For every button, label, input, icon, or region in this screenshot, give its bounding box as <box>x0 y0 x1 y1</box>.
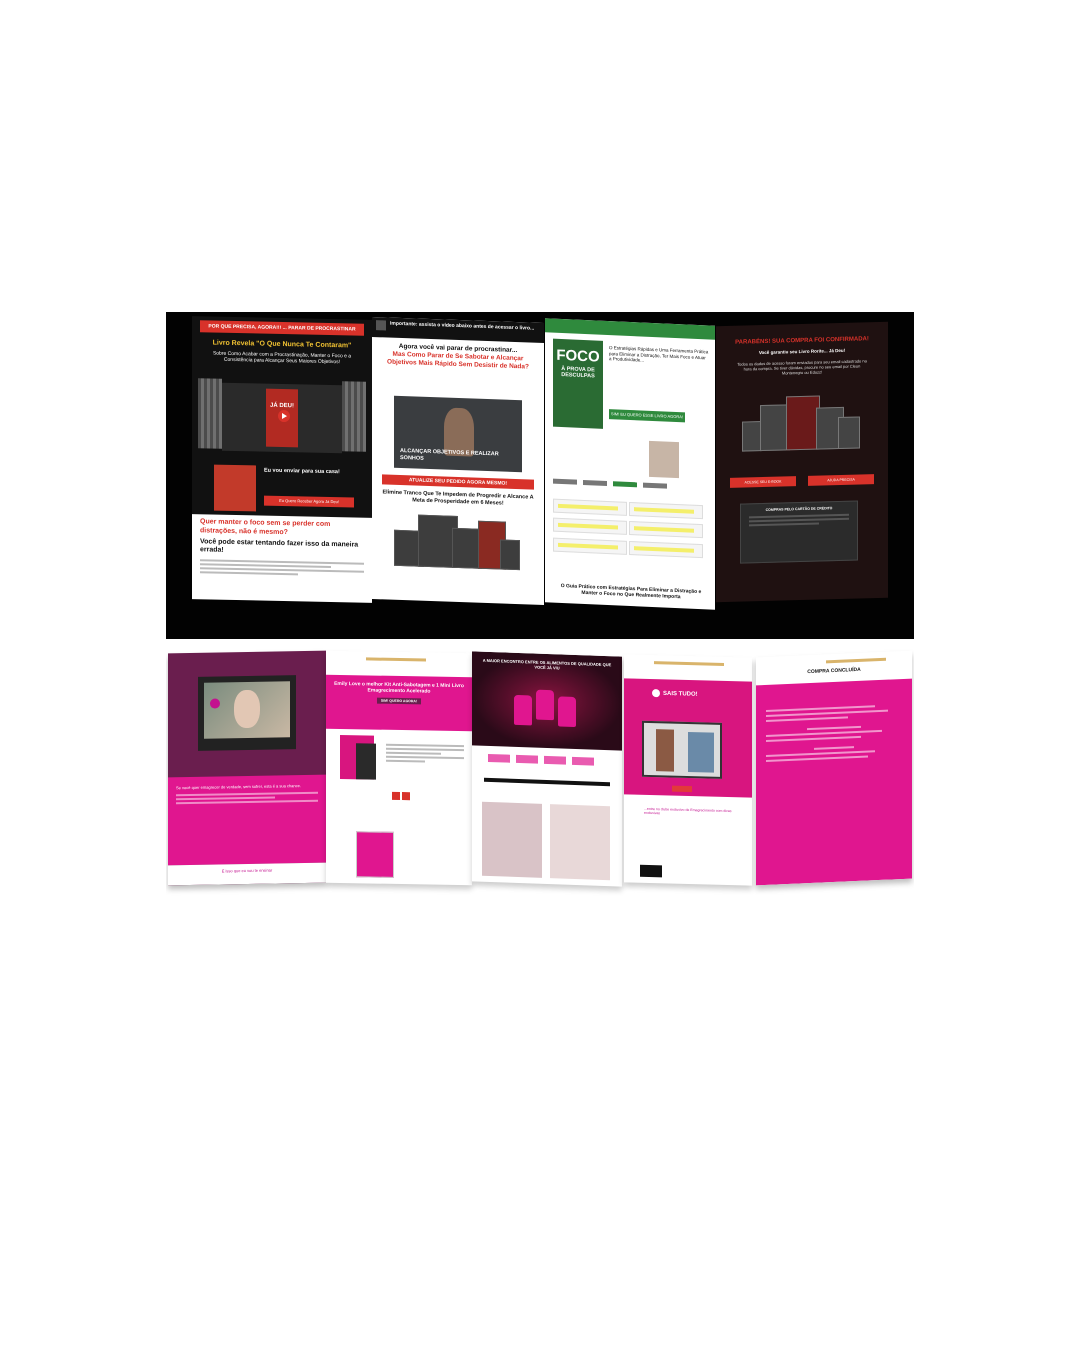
pitch-section: Se você quer emagrecer de verdade, sem s… <box>168 774 326 866</box>
help-button[interactable]: AJUDA PRECISA <box>808 474 874 486</box>
pink-pages-strip: Se você quer emagrecer de verdade, sem s… <box>166 648 914 916</box>
body-text-lines <box>200 559 364 576</box>
offer-tag[interactable]: SIM! QUERO AGORA! <box>376 697 422 705</box>
buy-button[interactable]: Eu Quero Receber Agora Já Deu! <box>264 495 354 508</box>
pitch-question: Quer manter o foco sem se perder com dis… <box>200 518 331 536</box>
upsell-page-preview: Importante: assista o vídeo abaixo antes… <box>372 316 544 606</box>
bottle-image <box>558 696 576 728</box>
kit-offer-page-preview: Emily Love o melhor Kit Anti-Sabotagem e… <box>326 650 472 886</box>
guarantee-seal <box>640 864 662 878</box>
presenter-image <box>688 732 714 773</box>
divider <box>484 777 610 787</box>
bottle-image <box>514 694 532 726</box>
pitch-footer: É isso que eu vou te ensinar <box>168 862 326 886</box>
bonus-book-cover <box>356 831 394 878</box>
offer-intro: O Estratégias Rápidas e Uma Ferramenta P… <box>609 345 709 363</box>
supplement-page-preview: A MAIOR ENCONTRO ENTRE OS ALIMENTOS DE Q… <box>472 651 622 887</box>
presenter-image <box>656 729 674 772</box>
confirmation-headline: PARABÉNS! SUA COMPRA FOI CONFIRMADA! <box>735 336 869 346</box>
video-sales-page-preview: Se você quer emagrecer de verdade, sem s… <box>168 650 326 886</box>
retailer-logos <box>553 478 709 496</box>
product-stack-image <box>742 392 862 452</box>
purchase-band <box>756 678 912 886</box>
hero-section: A MAIOR ENCONTRO ENTRE OS ALIMENTOS DE Q… <box>472 651 622 751</box>
presenter-image <box>234 689 260 729</box>
author-photo <box>649 440 679 479</box>
video-player[interactable] <box>198 675 296 751</box>
product-bundle-image <box>394 510 522 571</box>
shipping-text: Eu vou enviar para sua casa! <box>264 467 340 476</box>
countdown-bar <box>545 318 715 340</box>
upsell-headline: Agora você vai parar de procrastinar... … <box>387 342 529 371</box>
page-fan-right <box>342 381 366 452</box>
notice-icon <box>376 320 386 331</box>
sales-page-preview: POR QUE PRECISA, AGORA!!! ... PARAR DE P… <box>192 316 372 603</box>
sales-headline: Livro Revela "O Que Nunca Te Contaram" S… <box>212 339 352 365</box>
purchase-complete-page-preview: COMPRA CONCLUÍDA <box>756 650 912 886</box>
dark-pages-strip: POR QUE PRECISA, AGORA!!! ... PARAR DE P… <box>166 312 914 639</box>
testimonials-grid <box>553 498 709 564</box>
confirmation-sub: Você garantiu seu Livro Rorite... Já Deu… <box>758 347 846 355</box>
book-box-image <box>214 464 256 512</box>
offer-footer: O Guia Prático com Estratégias Para Elim… <box>560 582 702 600</box>
cta-button[interactable] <box>672 785 692 793</box>
video-player[interactable]: ALCANÇAR OBJETIVOS E REALIZAR SONHOS <box>394 395 522 473</box>
check-icons <box>392 791 412 803</box>
bottle-image <box>536 689 554 721</box>
offer-text <box>386 740 464 765</box>
purchase-title: COMPRA CONCLUÍDA <box>807 666 861 676</box>
mini-book-cover <box>356 743 376 780</box>
access-ebook-button[interactable]: ACESSE SEU E-BOOK <box>730 476 796 488</box>
video-player[interactable]: JÁ DEU! <box>222 382 342 454</box>
book-offer-page-preview: FOCO À PROVA DE DESCULPAS O Estratégias … <box>545 318 715 610</box>
update-order-banner[interactable]: ATUALIZE SEU PEDIDO AGORA MESMO! <box>382 474 534 490</box>
book-cover: FOCO À PROVA DE DESCULPAS <box>553 338 603 429</box>
club-text: ...entre no clube exclusivo de Emagrecim… <box>644 806 732 816</box>
play-icon[interactable] <box>278 409 290 423</box>
credit-card-info-box: COMPRAS PELO CARTÃO DE CRÉDITO <box>740 500 858 564</box>
buy-book-button[interactable]: SIM! EU QUERO ESSE LIVRO AGORA! <box>609 409 685 423</box>
club-page-preview: SAIS TUDO! ...entre no clube exclusivo d… <box>624 654 752 886</box>
confirmation-text: Todos os dados de acesso foram enviados … <box>737 358 867 376</box>
offer-band: Emily Love o melhor Kit Anti-Sabotagem e… <box>326 674 472 732</box>
benefit-icons <box>488 753 608 768</box>
testimonial-photo <box>550 804 610 881</box>
pitch-section: Quer manter o foco sem se perder com dis… <box>192 514 372 603</box>
club-logo: SAIS TUDO! <box>652 689 698 699</box>
pitch-answer: Você pode estar tentando fazer isso da m… <box>200 537 359 555</box>
testimonial-photo <box>482 801 542 878</box>
thank-you-page-preview: PARABÉNS! SUA COMPRA FOI CONFIRMADA! Voc… <box>716 321 888 603</box>
video-player[interactable] <box>642 720 722 779</box>
upsell-subheadline: Elimine Tranco Que Te Impedem de Progred… <box>382 489 534 507</box>
page-fan-left <box>198 378 222 449</box>
